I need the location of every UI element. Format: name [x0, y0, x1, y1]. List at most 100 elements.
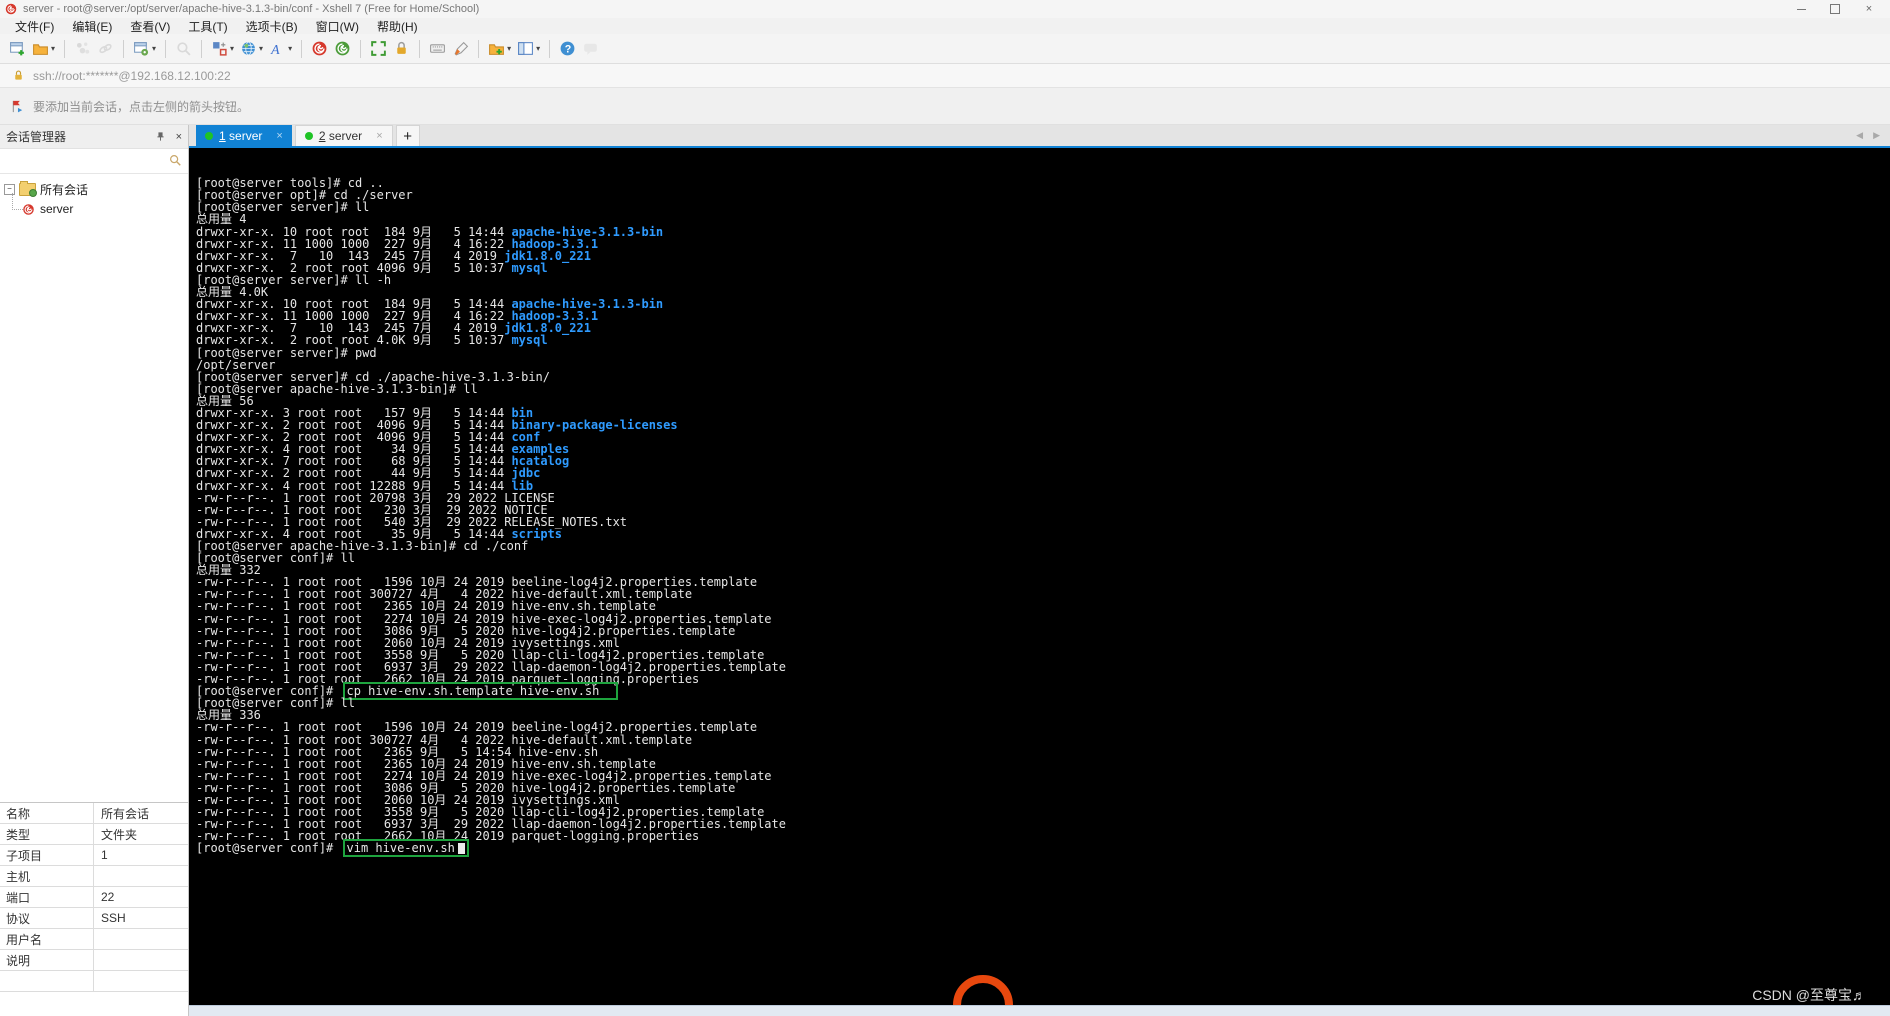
pin-icon[interactable] — [155, 131, 166, 142]
property-label: 名称 — [0, 803, 94, 823]
xftp-button[interactable] — [331, 37, 354, 61]
property-value: SSH — [101, 911, 126, 925]
session-manager-title: 会话管理器 — [6, 130, 67, 144]
lock-icon — [15, 70, 22, 80]
terminal-text: vim hive-env.sh — [346, 841, 455, 856]
panel-close-icon[interactable]: × — [176, 131, 182, 143]
property-label: 用户名 — [0, 929, 94, 949]
xshell-session-icon — [23, 203, 34, 215]
layout-button[interactable]: ▾ — [208, 37, 237, 61]
chevron-down-icon[interactable]: ▾ — [152, 44, 156, 53]
tab-label: 2 server — [318, 129, 363, 143]
virtual-keyboard-icon — [430, 44, 446, 53]
session-properties-table: 名称 所有会话 类型 文件夹 子项目 1 主机 端口 22 协议 SSH 用户名 说明 — [0, 802, 188, 1016]
annotation-highlight-box: cp hive-env.sh.template hive-env.sh — [345, 684, 616, 698]
terminal-text: [root@server conf]# — [196, 841, 341, 856]
terminal-cursor — [457, 843, 465, 855]
menu-item-help[interactable]: 帮助(H) — [368, 18, 427, 35]
chevron-down-icon[interactable]: ▾ — [259, 44, 263, 53]
tab-scroll-right-icon[interactable]: ▶ — [1873, 130, 1880, 141]
new-folder-button[interactable]: ▾ — [485, 37, 514, 61]
new-session-button[interactable] — [6, 37, 29, 61]
search-icon[interactable] — [168, 153, 182, 167]
restore-button[interactable] — [1818, 0, 1852, 18]
reconnect-button — [94, 37, 117, 61]
web-button[interactable]: ▾ — [237, 37, 266, 61]
find-icon — [177, 42, 191, 56]
menu-item-tab[interactable]: 选项卡(B) — [237, 18, 307, 35]
open-session-button[interactable]: ▾ — [29, 37, 58, 61]
notice-bar: 要添加当前会话，点击左侧的箭头按钮。 — [0, 88, 1890, 125]
tab-close-icon[interactable]: × — [376, 130, 382, 142]
chevron-down-icon[interactable]: ▾ — [51, 44, 55, 53]
new-tab-button[interactable]: + — [395, 125, 420, 146]
property-value: 22 — [101, 890, 115, 904]
svg-text:A: A — [270, 42, 280, 57]
notice-text: 要添加当前会话，点击左侧的箭头按钮。 — [33, 99, 250, 114]
menu-item-edit[interactable]: 编辑(E) — [63, 18, 121, 35]
terminal-line: [root@server conf]# vim hive-env.sh — [196, 842, 1890, 854]
help-button[interactable]: ? — [556, 37, 579, 61]
property-row: 名称 所有会话 — [0, 803, 188, 824]
property-label: 说明 — [0, 950, 94, 970]
session-manager-panel: 会话管理器 × − 所有会话 server 名称所有会话类型文件夹子项目 — [0, 125, 189, 1016]
status-strip — [189, 1005, 1890, 1016]
menu-item-file[interactable]: 文件(F) — [6, 18, 63, 35]
xshell-button[interactable] — [308, 37, 331, 61]
property-value: 1 — [101, 848, 108, 862]
toolbar-separator — [64, 39, 66, 58]
split-pane-button[interactable]: ▾ — [514, 37, 543, 61]
font-button[interactable]: A ▾ — [266, 37, 295, 61]
find-button — [172, 37, 195, 61]
property-label: 端口 — [0, 887, 94, 907]
property-label: 类型 — [0, 824, 94, 844]
directory-name: mysql — [511, 333, 548, 348]
tab-2-server[interactable]: 2 server × — [294, 125, 393, 146]
session-search-input[interactable] — [0, 149, 188, 173]
menu-item-window[interactable]: 窗口(W) — [307, 18, 368, 35]
chevron-down-icon[interactable]: ▾ — [536, 44, 540, 53]
highlight-pen-button[interactable] — [449, 37, 472, 61]
duplicate-session-button — [71, 37, 94, 61]
chevron-down-icon[interactable]: ▾ — [230, 44, 234, 53]
tree-item-all-sessions[interactable]: − 所有会话 — [0, 179, 188, 199]
address-bar[interactable]: ssh://root:*******@192.168.12.100:22 — [0, 64, 1890, 88]
tree-root-label: 所有会话 — [40, 182, 89, 197]
font-icon: A — [270, 42, 280, 57]
tab-label: 1 server — [219, 128, 263, 143]
flag-icon — [12, 100, 23, 112]
property-row: 用户名 — [0, 929, 188, 950]
lock-screen-button[interactable] — [390, 37, 413, 61]
chevron-down-icon[interactable]: ▾ — [507, 44, 511, 53]
window-title: server - root@server:/opt/server/apache-… — [23, 3, 480, 15]
property-row: 主机 — [0, 866, 188, 887]
menu-item-tools[interactable]: 工具(T) — [179, 18, 236, 35]
minimize-icon — [1796, 8, 1806, 10]
property-value — [94, 929, 188, 949]
terminal-line: [root@server server]# ll -h — [196, 274, 1890, 286]
virtual-keyboard-button[interactable] — [426, 37, 449, 61]
session-tree: − 所有会话 server — [0, 174, 188, 802]
tab-1-server[interactable]: 1 server × — [196, 125, 292, 146]
svg-text:?: ? — [565, 44, 571, 56]
toolbar-separator — [360, 39, 362, 58]
title-bar: server - root@server:/opt/server/apache-… — [0, 0, 1890, 18]
minimize-button[interactable] — [1784, 0, 1818, 18]
tab-scroll-left-icon[interactable]: ◀ — [1856, 130, 1863, 141]
terminal-text: cp hive-env.sh.template hive-env.sh — [346, 684, 614, 699]
xftp-icon — [335, 41, 350, 56]
toolbar-separator — [419, 39, 421, 58]
tab-close-icon[interactable]: × — [276, 130, 282, 142]
menu-item-view[interactable]: 查看(V) — [121, 18, 179, 35]
connected-status-dot — [304, 132, 313, 140]
lock-screen-icon — [397, 41, 406, 54]
chevron-down-icon[interactable]: ▾ — [288, 44, 292, 53]
session-properties-button[interactable]: ▾ — [130, 37, 159, 61]
fullscreen-button[interactable] — [367, 37, 390, 61]
terminal-line: [root@server conf]# cp hive-env.sh.templ… — [196, 685, 1890, 697]
property-row: 类型 文件夹 — [0, 824, 188, 845]
tree-item-session-server[interactable]: server — [0, 193, 188, 219]
close-button[interactable]: × — [1852, 0, 1886, 18]
property-value — [94, 866, 188, 886]
terminal[interactable]: [root@server tools]# cd .. [root@server o… — [189, 148, 1890, 1005]
